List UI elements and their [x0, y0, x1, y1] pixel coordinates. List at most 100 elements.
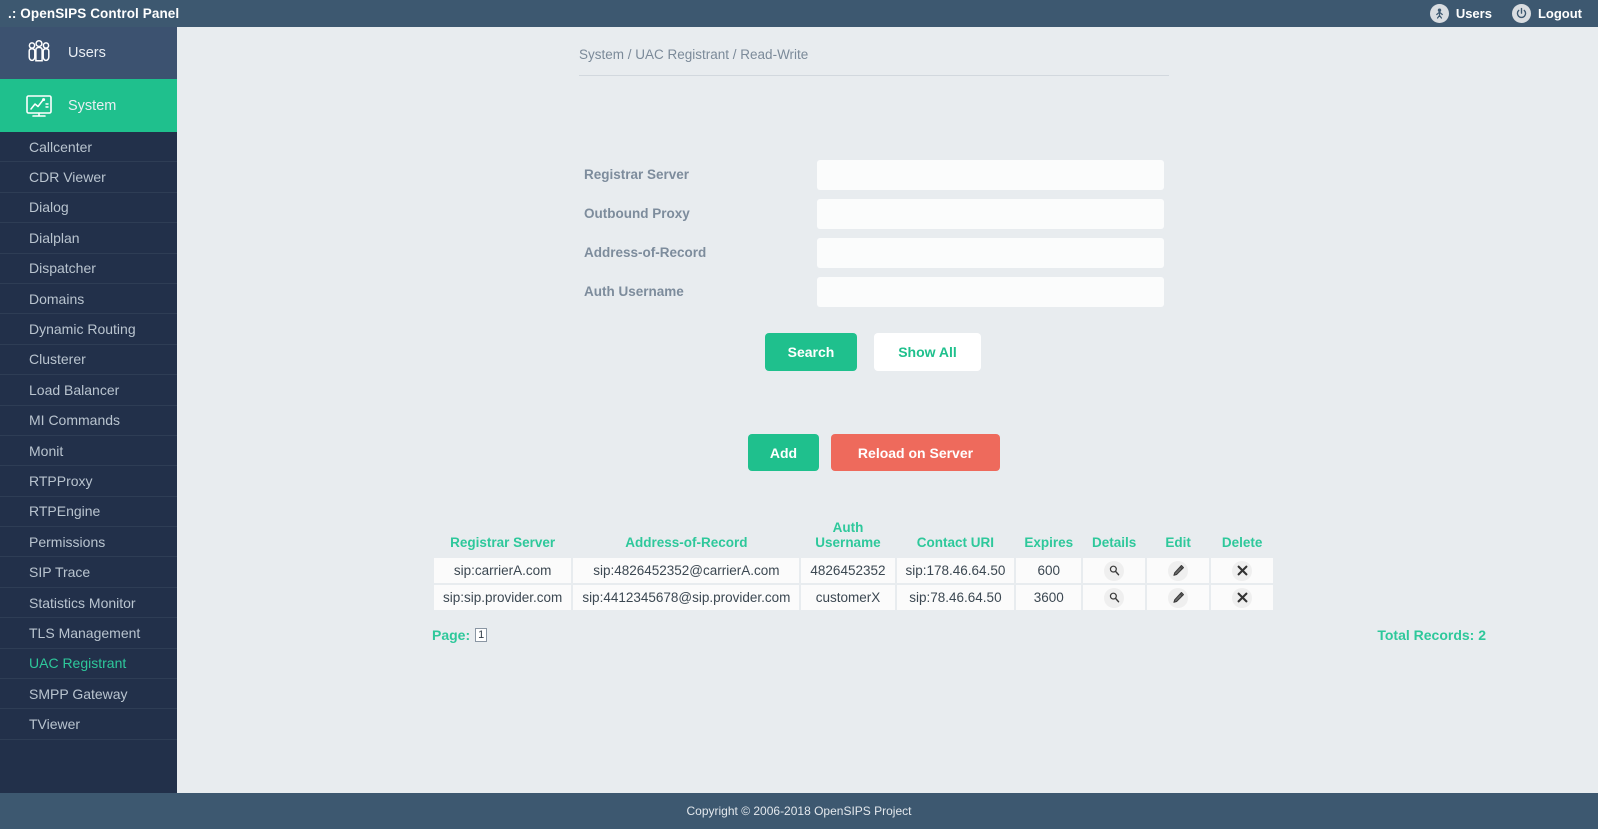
monitor-chart-icon	[24, 93, 54, 119]
top-users-button[interactable]: Users	[1429, 4, 1492, 23]
sidebar-sub-label: Statistics Monitor	[29, 594, 136, 611]
sidebar-item-system[interactable]: System	[0, 79, 177, 132]
cell-expires: 3600	[1016, 585, 1082, 610]
page-number-input[interactable]: 1	[475, 628, 488, 642]
sidebar-sub-label: Domains	[29, 290, 85, 307]
sidebar-item-monit[interactable]: Monit	[0, 435, 177, 467]
sidebar-sub-label: Monit	[29, 442, 64, 459]
registrar-server-label: Registrar Server	[584, 167, 690, 182]
sidebar-item-callcenter[interactable]: Callcenter	[0, 132, 177, 163]
auth-username-label: Auth Username	[584, 284, 684, 299]
main-content: System / UAC Registrant / Read-Write Reg…	[177, 27, 1598, 793]
sidebar-item-rtpengine[interactable]: RTPEngine	[0, 496, 177, 528]
table-row: sip:sip.provider.com sip:4412345678@sip.…	[434, 585, 1274, 610]
sidebar-item-sip-trace[interactable]: SIP Trace	[0, 557, 177, 588]
top-logout-button[interactable]: Logout	[1511, 4, 1582, 23]
sidebar-item-users[interactable]: Users	[0, 27, 177, 79]
delete-button[interactable]	[1211, 558, 1273, 583]
sidebar-item-domains[interactable]: Domains	[0, 283, 177, 315]
cell-address-of-record: sip:4826452352@carrierA.com	[573, 558, 800, 583]
sidebar-item-permissions[interactable]: Permissions	[0, 527, 177, 558]
cross-icon	[1232, 587, 1253, 608]
cell-contact-uri: sip:178.46.64.50	[896, 558, 1015, 583]
person-circle-icon	[1429, 4, 1449, 23]
edit-button[interactable]	[1147, 585, 1209, 610]
sidebar-sub-label: RTPProxy	[29, 472, 93, 489]
delete-button[interactable]	[1211, 585, 1273, 610]
sidebar-sub-label: CDR Viewer	[29, 169, 106, 186]
col-address-of-record: Address-of-Record	[625, 535, 748, 550]
sidebar-sub-label: Dialplan	[29, 229, 80, 246]
sidebar-item-dialplan[interactable]: Dialplan	[0, 223, 177, 254]
sidebar-sub-label: SIP Trace	[29, 564, 91, 581]
cell-edit	[1147, 585, 1210, 610]
sidebar-sub-label: RTPEngine	[29, 503, 101, 520]
top-bar: .: OpenSIPS Control Panel Users Logout	[0, 0, 1598, 27]
col-contact-uri: Contact URI	[916, 535, 995, 550]
sidebar-sub-label: Load Balancer	[29, 381, 120, 398]
cell-auth-username: 4826452352	[801, 558, 895, 583]
copyright-text: Copyright © 2006-2018 OpenSIPS Project	[686, 804, 912, 818]
sidebar-sub-label: UAC Registrant	[29, 655, 127, 672]
address-of-record-input[interactable]	[817, 237, 1164, 268]
magnifier-icon	[1104, 560, 1125, 581]
cell-delete	[1211, 585, 1274, 610]
page-footer: Copyright © 2006-2018 OpenSIPS Project	[0, 793, 1598, 829]
sidebar-item-statistics-monitor[interactable]: Statistics Monitor	[0, 587, 177, 619]
auth-username-input[interactable]	[817, 276, 1164, 307]
pencil-icon	[1168, 560, 1189, 581]
sidebar-item-system-label: System	[68, 97, 117, 114]
top-logout-label: Logout	[1537, 6, 1582, 21]
edit-button[interactable]	[1147, 558, 1209, 583]
magnifier-icon	[1104, 587, 1125, 608]
sidebar-item-smpp-gateway[interactable]: SMPP Gateway	[0, 679, 177, 710]
cell-delete	[1211, 558, 1274, 583]
show-all-button[interactable]: Show All	[874, 333, 981, 371]
top-users-label: Users	[1455, 6, 1492, 21]
table-header: Registrar Server Address-of-Record Auth …	[434, 516, 1273, 556]
sidebar-item-load-balancer[interactable]: Load Balancer	[0, 375, 177, 406]
search-button[interactable]: Search	[765, 333, 857, 371]
sidebar-item-dispatcher[interactable]: Dispatcher	[0, 253, 177, 284]
sidebar-item-dialog[interactable]: Dialog	[0, 192, 177, 224]
col-registrar-server: Registrar Server	[450, 535, 556, 550]
table-footer: Page: 1 Total Records: 2	[432, 627, 1486, 643]
sidebar-item-clusterer[interactable]: Clusterer	[0, 344, 177, 376]
cell-details	[1083, 585, 1146, 610]
sidebar-sub-label: MI Commands	[29, 412, 121, 429]
details-button[interactable]	[1083, 558, 1145, 583]
col-expires: Expires	[1024, 535, 1074, 550]
table-header-row: Registrar Server Address-of-Record Auth …	[434, 516, 1273, 556]
search-button-row: Search Show All	[765, 333, 981, 371]
sidebar-item-rtpproxy[interactable]: RTPProxy	[0, 466, 177, 497]
add-button[interactable]: Add	[748, 434, 819, 471]
col-auth-username: Auth Username	[815, 520, 881, 550]
sidebar-submenu: Callcenter CDR Viewer Dialog Dialplan Di…	[0, 132, 177, 740]
sidebar-item-tviewer[interactable]: TViewer	[0, 709, 177, 740]
total-records-label: Total Records: 2	[1377, 627, 1486, 643]
sidebar-sub-label: Callcenter	[29, 138, 93, 155]
col-delete: Delete	[1221, 535, 1263, 550]
sidebar-item-cdr-viewer[interactable]: CDR Viewer	[0, 162, 177, 193]
form-row-registrar-server: Registrar Server	[579, 155, 1169, 194]
cell-contact-uri: sip:78.46.64.50	[896, 585, 1015, 610]
pencil-icon	[1168, 587, 1189, 608]
sidebar-item-dynamic-routing[interactable]: Dynamic Routing	[0, 314, 177, 345]
sidebar-item-uac-registrant[interactable]: UAC Registrant	[0, 648, 177, 680]
col-details: Details	[1091, 535, 1137, 550]
sidebar-item-tls-management[interactable]: TLS Management	[0, 618, 177, 649]
sidebar-item-mi-commands[interactable]: MI Commands	[0, 405, 177, 436]
sidebar-sub-label: Permissions	[29, 533, 106, 550]
col-edit: Edit	[1165, 535, 1191, 550]
table-body: sip:carrierA.com sip:4826452352@carrierA…	[434, 558, 1274, 610]
details-button[interactable]	[1083, 585, 1145, 610]
registrar-server-input[interactable]	[817, 159, 1164, 190]
sidebar-sub-label: Dispatcher	[29, 260, 96, 277]
form-row-auth-username: Auth Username	[579, 272, 1169, 311]
breadcrumb: System / UAC Registrant / Read-Write	[579, 47, 809, 62]
sidebar-item-users-label: Users	[68, 45, 106, 61]
cell-registrar-server: sip:sip.provider.com	[434, 585, 572, 610]
reload-on-server-button[interactable]: Reload on Server	[831, 434, 1000, 471]
cell-address-of-record: sip:4412345678@sip.provider.com	[573, 585, 800, 610]
outbound-proxy-input[interactable]	[817, 198, 1164, 229]
